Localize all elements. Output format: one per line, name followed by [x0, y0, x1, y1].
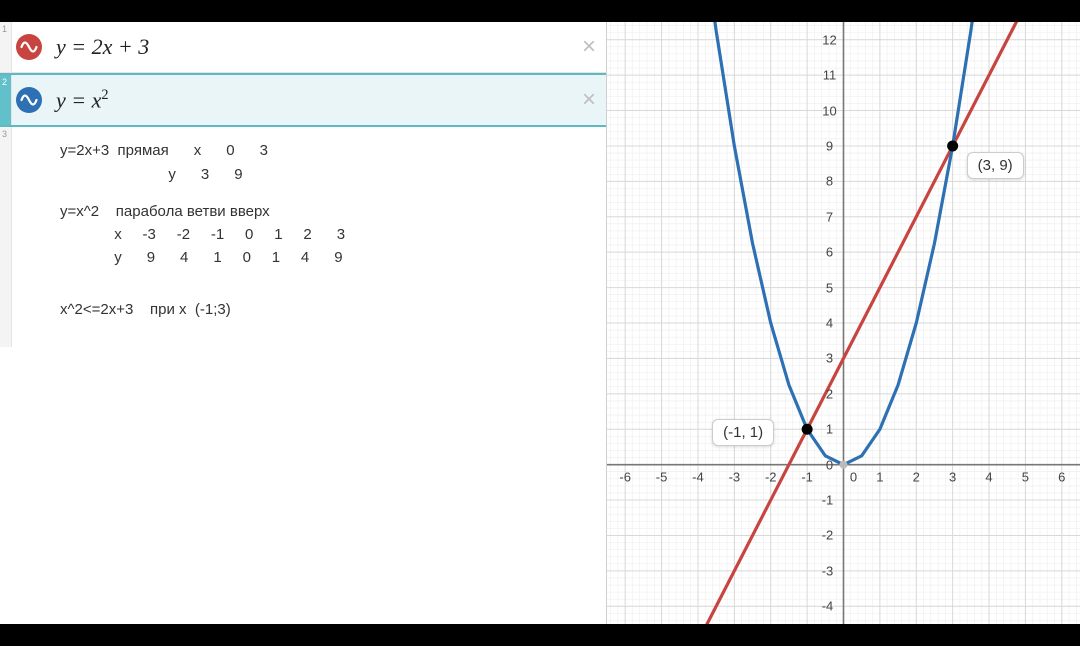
- expression-row-2[interactable]: 2 y = x2 ×: [0, 73, 606, 127]
- close-icon: ×: [582, 33, 596, 61]
- axis-tick-label: 11: [823, 68, 837, 83]
- axis-tick-label: 3: [949, 469, 956, 484]
- app-frame: 1 y = 2x + 3 × 2 y = x2: [0, 22, 1080, 624]
- expression-formula[interactable]: y = 2x + 3: [46, 22, 572, 72]
- axis-tick-label: 4: [826, 316, 833, 331]
- axis-tick-label: 3: [826, 351, 833, 366]
- expression-formula[interactable]: y = x2: [46, 75, 572, 125]
- delete-expression-button[interactable]: ×: [572, 22, 606, 72]
- delete-expression-button[interactable]: ×: [572, 75, 606, 125]
- notes-block[interactable]: y=2x+3 прямая x 0 3 y 3 9 y=x^2 парабола…: [12, 127, 355, 347]
- axis-tick-label: -1: [822, 493, 834, 508]
- note-line: x^2<=2x+3 при x (-1;3): [60, 301, 231, 318]
- axis-tick-label: -6: [619, 469, 631, 484]
- color-toggle-2[interactable]: [12, 75, 46, 125]
- axis-tick-label: -4: [822, 599, 834, 614]
- color-toggle-1[interactable]: [12, 22, 46, 72]
- axis-tick-label: 6: [1058, 469, 1065, 484]
- axis-tick-label: 2: [913, 469, 920, 484]
- axis-tick-label: 1: [876, 469, 883, 484]
- point-label: (-1, 1): [712, 419, 774, 446]
- graph-pane[interactable]: -6-5-4-3-2-1123456-4-3-2-101234567891011…: [607, 22, 1080, 624]
- axis-tick-label: 0: [850, 469, 857, 484]
- row-index: 1: [0, 22, 12, 72]
- note-line: y 3 9: [60, 166, 243, 183]
- note-line: y=2x+3 прямая x 0 3: [60, 142, 268, 159]
- note-line: y=x^2 парабола ветви вверх: [60, 203, 270, 220]
- expression-row-3[interactable]: 3 y=2x+3 прямая x 0 3 y 3 9 y=x^2 парабо…: [0, 127, 606, 347]
- row-index: 2: [0, 75, 12, 125]
- axis-tick-label: -1: [801, 469, 813, 484]
- axis-tick-label: 2: [826, 386, 833, 401]
- formula-text: y = 2x + 3: [56, 34, 149, 60]
- axis-tick-label: 4: [985, 469, 992, 484]
- axis-tick-label: -2: [822, 528, 834, 543]
- axis-tick-label: -5: [656, 469, 668, 484]
- axis-tick-label: 9: [826, 138, 833, 153]
- row-index: 3: [0, 127, 12, 347]
- point-label: (3, 9): [967, 152, 1024, 179]
- axis-tick-label: 8: [826, 174, 833, 189]
- axis-tick-label: 10: [822, 103, 836, 118]
- axis-tick-label: -3: [729, 469, 741, 484]
- graph-canvas[interactable]: [607, 22, 1080, 624]
- axis-tick-label: -4: [692, 469, 704, 484]
- axis-tick-label: 5: [1022, 469, 1029, 484]
- close-icon: ×: [582, 86, 596, 114]
- wave-icon: [16, 34, 42, 60]
- note-line: x -3 -2 -1 0 1 2 3: [60, 226, 345, 243]
- note-line: y 9 4 1 0 1 4 9: [60, 249, 343, 266]
- axis-tick-label: 5: [826, 280, 833, 295]
- expression-panel: 1 y = 2x + 3 × 2 y = x2: [0, 22, 607, 624]
- axis-tick-label: 7: [826, 209, 833, 224]
- axis-tick-label: -3: [822, 563, 834, 578]
- axis-tick-label: -2: [765, 469, 777, 484]
- formula-text: y = x2: [56, 87, 109, 113]
- axis-tick-label: 0: [826, 457, 833, 472]
- axis-tick-label: 12: [822, 32, 836, 47]
- axis-tick-label: 1: [826, 422, 833, 437]
- axis-tick-label: 6: [826, 245, 833, 260]
- expression-row-1[interactable]: 1 y = 2x + 3 ×: [0, 22, 606, 73]
- wave-icon: [16, 87, 42, 113]
